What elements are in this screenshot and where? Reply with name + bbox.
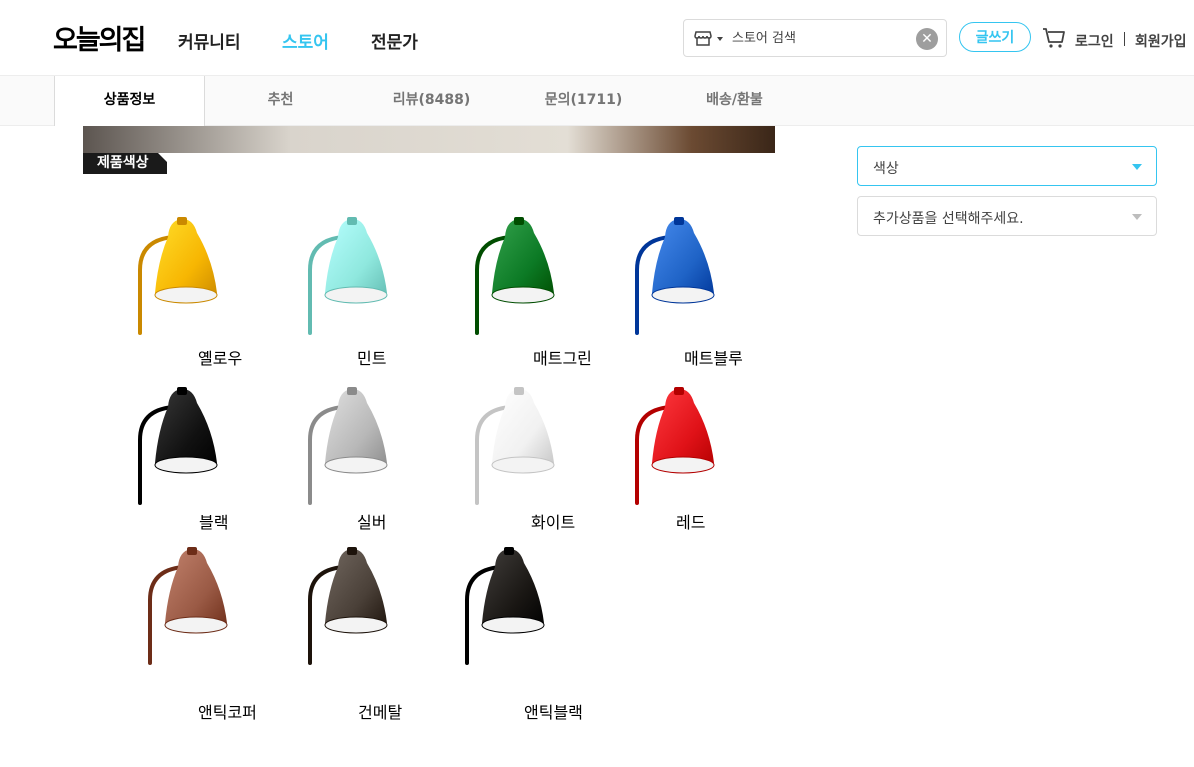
lamp-image [148, 547, 228, 665]
color-swatch-label: 매트그린 [533, 349, 592, 368]
color-swatch-item [113, 215, 263, 335]
color-swatch-label: 옐로우 [198, 349, 243, 368]
color-swatch-label: 블랙 [199, 513, 229, 532]
tab-recommend[interactable]: 추천 [205, 76, 356, 125]
lamp-image [475, 217, 555, 335]
lamp-image [138, 217, 218, 335]
nav-community[interactable]: 커뮤니티 [178, 28, 241, 53]
color-select[interactable]: 색상 [857, 146, 1157, 186]
chevron-down-icon [1132, 214, 1142, 220]
color-swatch-item [113, 385, 263, 505]
search-box: ✕ [683, 19, 947, 57]
color-swatch-item [283, 215, 433, 335]
color-swatch-label: 레드 [676, 513, 706, 532]
lamp-image [475, 387, 555, 505]
color-select-label: 색상 [873, 161, 899, 177]
lamp-image [138, 387, 218, 505]
lamp-image [465, 547, 545, 665]
top-header: 오늘의집 커뮤니티 스토어 전문가 ✕ 글쓰기 로그인 회원가입 [0, 0, 1194, 76]
divider [1124, 32, 1125, 46]
product-photo [83, 126, 775, 153]
lamp-image [308, 387, 388, 505]
search-input[interactable] [732, 28, 907, 48]
chevron-down-icon [1132, 164, 1142, 170]
color-swatch-label: 민트 [357, 349, 387, 368]
logo[interactable]: 오늘의집 [53, 18, 146, 57]
color-swatch-item [283, 545, 433, 665]
tab-product-info[interactable]: 상품정보 [54, 76, 205, 126]
clear-search-icon[interactable]: ✕ [916, 28, 938, 50]
tab-reviews[interactable]: 리뷰(8488) [356, 76, 507, 125]
color-swatch-item [283, 385, 433, 505]
nav-store[interactable]: 스토어 [282, 28, 329, 53]
color-swatch-label: 매트블루 [684, 349, 743, 368]
color-swatch-label: 실버 [357, 513, 387, 532]
store-icon[interactable] [694, 29, 712, 47]
color-swatch-label: 앤틱블랙 [524, 703, 583, 722]
login-link[interactable]: 로그인 [1075, 31, 1114, 51]
tab-shipping-refund[interactable]: 배송/환불 [659, 76, 810, 125]
extra-product-select[interactable]: 추가상품을 선택해주세요. [857, 196, 1157, 236]
chevron-down-icon[interactable] [717, 37, 723, 41]
color-swatch-item [440, 545, 590, 665]
color-swatch-item [450, 385, 600, 505]
section-label: 제품색상 [83, 153, 167, 174]
tab-questions[interactable]: 문의(1711) [508, 76, 659, 125]
extra-product-select-label: 추가상품을 선택해주세요. [873, 211, 1024, 227]
lamp-image [308, 547, 388, 665]
color-swatch-label: 앤틱코퍼 [198, 703, 257, 722]
color-swatch-label: 화이트 [531, 513, 576, 532]
color-swatch-label: 건메탈 [358, 703, 403, 722]
write-button[interactable]: 글쓰기 [959, 22, 1031, 52]
lamp-image [635, 217, 715, 335]
product-tabs: 상품정보 추천 리뷰(8488) 문의(1711) 배송/환불 [0, 76, 1194, 126]
color-swatch-item [450, 215, 600, 335]
nav-experts[interactable]: 전문가 [371, 28, 418, 53]
color-swatch-item [610, 215, 760, 335]
signup-link[interactable]: 회원가입 [1135, 31, 1187, 51]
lamp-image [635, 387, 715, 505]
color-swatch-item [610, 385, 760, 505]
lamp-image [308, 217, 388, 335]
cart-icon[interactable] [1042, 26, 1066, 50]
color-swatch-item [123, 545, 273, 665]
